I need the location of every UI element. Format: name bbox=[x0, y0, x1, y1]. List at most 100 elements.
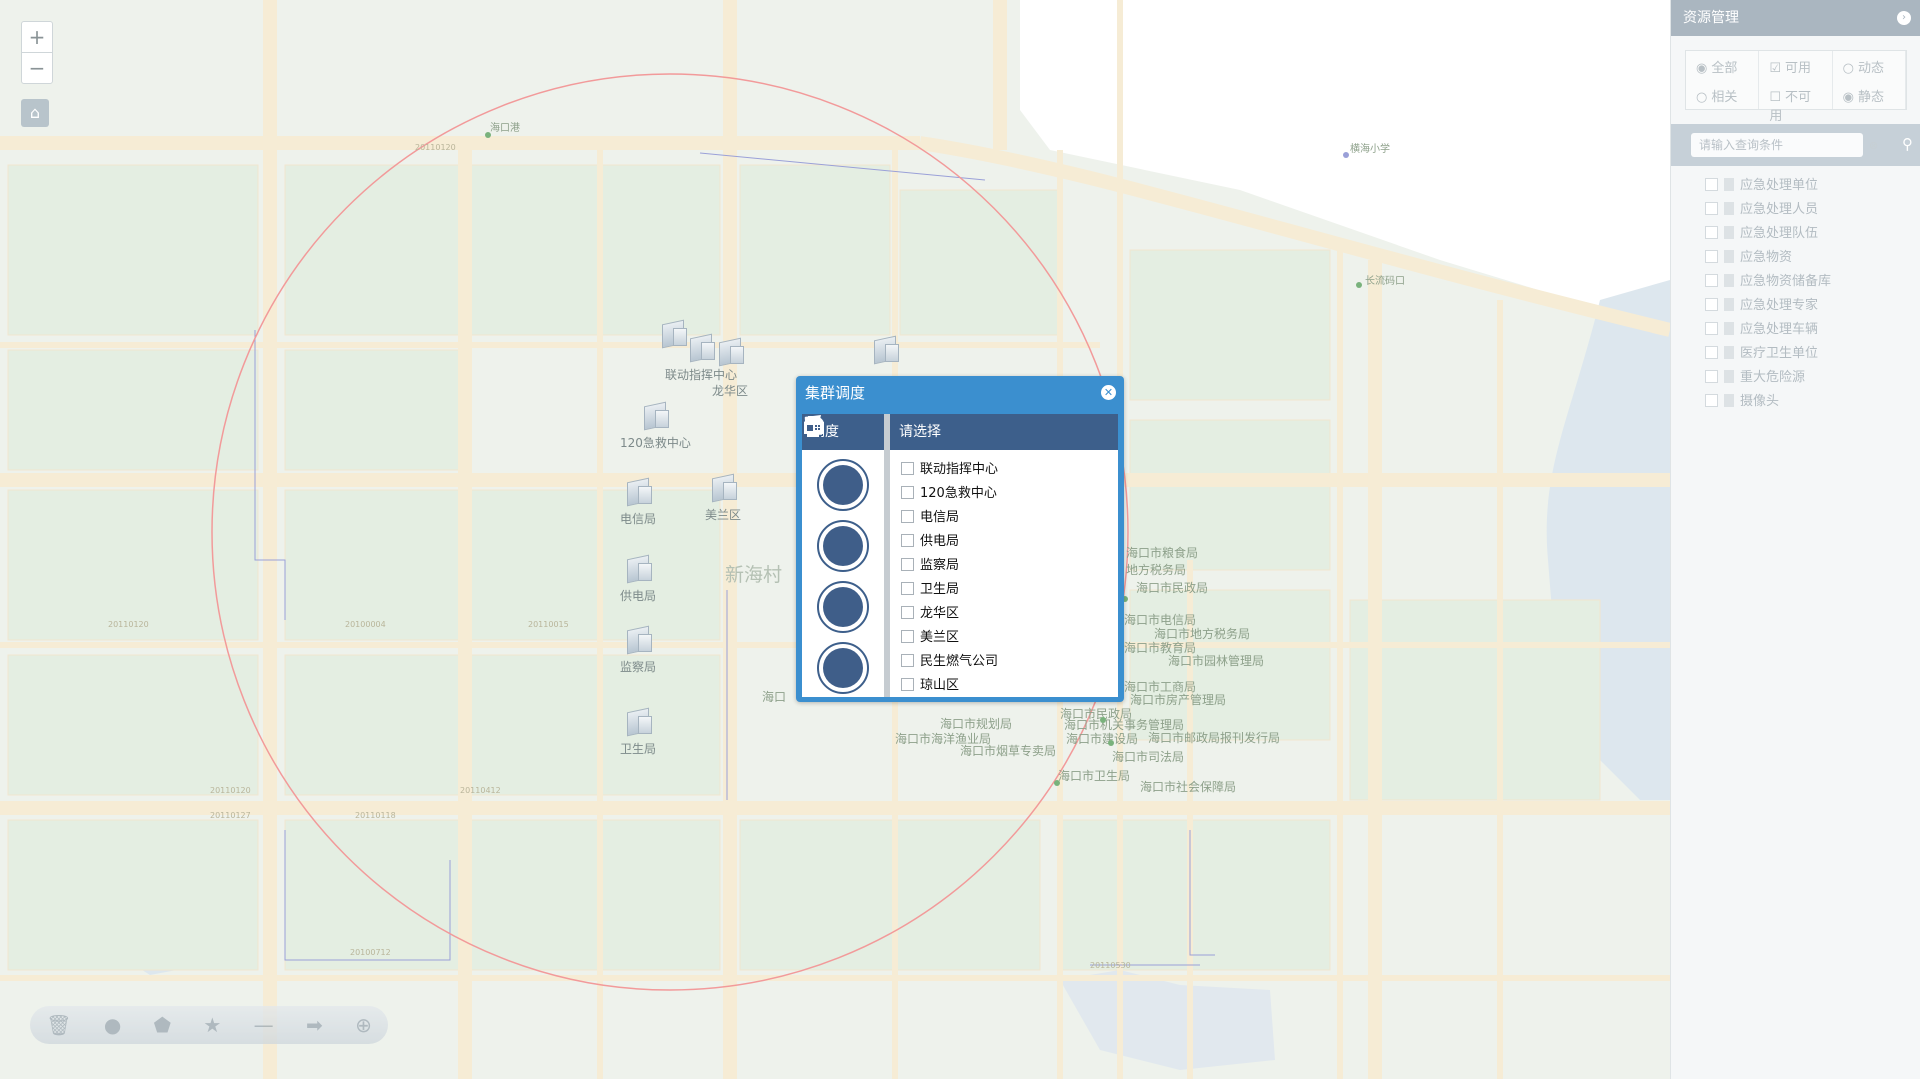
search-input[interactable]: 请输入查询条件 bbox=[1691, 133, 1863, 157]
filter-all[interactable]: ◉ 全部 bbox=[1686, 51, 1760, 80]
poi-dianxin[interactable]: 电信局 bbox=[620, 476, 656, 527]
tree-label: 应急处理专家 bbox=[1740, 298, 1819, 313]
tree-checkbox[interactable] bbox=[1705, 394, 1718, 407]
option-checkbox[interactable] bbox=[901, 534, 914, 547]
phone-button[interactable] bbox=[804, 416, 869, 511]
option-checkbox[interactable] bbox=[901, 510, 914, 523]
tree-checkbox[interactable] bbox=[1705, 202, 1718, 215]
option-checkbox[interactable] bbox=[901, 582, 914, 595]
gov-label: 海口市民政局 bbox=[1136, 581, 1209, 595]
arrow-icon[interactable]: ➡ bbox=[306, 1013, 323, 1037]
home-icon[interactable]: ⌂ bbox=[21, 99, 49, 127]
polygon-icon[interactable]: ⬟ bbox=[154, 1013, 171, 1037]
filter-label: 相关 bbox=[1711, 90, 1738, 105]
building-icon bbox=[715, 336, 745, 366]
option-checkbox[interactable] bbox=[901, 606, 914, 619]
clear-icon[interactable]: ⊗ bbox=[1869, 139, 1878, 152]
option-label: 120急救中心 bbox=[920, 486, 997, 501]
radio-icon: ○ bbox=[1842, 61, 1854, 76]
option-checkbox[interactable] bbox=[901, 678, 914, 691]
tree-checkbox[interactable] bbox=[1705, 250, 1718, 263]
tree-item[interactable]: 重大危险源 bbox=[1705, 366, 1920, 390]
map-marker[interactable] bbox=[1108, 740, 1114, 746]
poi-120[interactable]: 120急救中心 bbox=[620, 400, 691, 451]
collapse-icon[interactable]: › bbox=[1897, 11, 1911, 25]
tree-item[interactable]: 应急物资 bbox=[1705, 246, 1920, 270]
gov-label: 海口市园林管理局 bbox=[1168, 654, 1265, 668]
tree-item[interactable]: 摄像头 bbox=[1705, 390, 1920, 414]
option-item[interactable]: 龙华区 bbox=[901, 602, 1118, 626]
option-checkbox[interactable] bbox=[901, 558, 914, 571]
map-marker[interactable] bbox=[485, 132, 491, 138]
option-item[interactable]: 卫生局 bbox=[901, 578, 1118, 602]
trash-icon[interactable]: 🗑 bbox=[46, 1013, 71, 1037]
filter-unavailable[interactable]: ☐ 不可用 bbox=[1759, 80, 1833, 124]
fax-document-button[interactable] bbox=[805, 415, 869, 633]
option-item[interactable]: 120急救中心 bbox=[901, 482, 1118, 506]
gov-label: 海口市建设局 bbox=[1066, 732, 1139, 746]
option-checkbox[interactable] bbox=[901, 486, 914, 499]
document-icon bbox=[1724, 250, 1734, 263]
filter-available[interactable]: ☑ 可用 bbox=[1759, 51, 1833, 80]
tree-checkbox[interactable] bbox=[1705, 226, 1718, 239]
tree-label: 应急处理队伍 bbox=[1740, 226, 1819, 241]
option-checkbox[interactable] bbox=[901, 462, 914, 475]
map-canvas[interactable]: + − ⌂ 联动指挥中心 龙华区 120急救中心 电信局 美兰区 供电局 监察局… bbox=[0, 0, 1670, 1079]
option-item[interactable]: 电信局 bbox=[901, 506, 1118, 530]
option-item[interactable]: 供电局 bbox=[901, 530, 1118, 554]
zoom-in-button[interactable]: + bbox=[22, 22, 52, 52]
star-icon[interactable]: ★ bbox=[203, 1013, 221, 1037]
tree-item[interactable]: 应急处理人员 bbox=[1705, 198, 1920, 222]
option-item[interactable]: 联动指挥中心 bbox=[901, 458, 1118, 482]
road-code: 20110127 bbox=[210, 811, 251, 820]
filter-static[interactable]: ◉ 静态 bbox=[1833, 80, 1906, 109]
road-code: 20110120 bbox=[415, 143, 456, 152]
map-marker[interactable] bbox=[1356, 282, 1362, 288]
document-icon bbox=[1724, 394, 1734, 407]
close-icon[interactable]: ✕ bbox=[1101, 385, 1116, 400]
poi-building[interactable] bbox=[870, 334, 900, 368]
map-marker[interactable] bbox=[1054, 780, 1060, 786]
map-marker[interactable] bbox=[1100, 717, 1106, 723]
poi-weisheng[interactable]: 卫生局 bbox=[620, 706, 656, 757]
plus-circle-icon[interactable]: ⊕ bbox=[355, 1013, 372, 1037]
search-icon[interactable]: ⚲ bbox=[1902, 135, 1913, 153]
tree-label: 应急处理车辆 bbox=[1740, 322, 1819, 337]
poi-meilan[interactable]: 美兰区 bbox=[705, 472, 741, 523]
poi-gongdian[interactable]: 供电局 bbox=[620, 553, 656, 604]
tree-item[interactable]: 应急处理队伍 bbox=[1705, 222, 1920, 246]
tree-item[interactable]: 应急处理单位 bbox=[1705, 174, 1920, 198]
line-icon[interactable]: — bbox=[254, 1013, 274, 1037]
tree-checkbox[interactable] bbox=[1705, 274, 1718, 287]
sphere-icon[interactable]: ● bbox=[104, 1013, 121, 1037]
poi-longhua[interactable]: 龙华区 bbox=[712, 336, 748, 398]
filter-label: 静态 bbox=[1858, 90, 1885, 105]
tree-checkbox[interactable] bbox=[1705, 178, 1718, 191]
tree-item[interactable]: 应急物资储备库 bbox=[1705, 270, 1920, 294]
tree-checkbox[interactable] bbox=[1705, 370, 1718, 383]
option-item[interactable]: 琼山区 bbox=[901, 674, 1118, 698]
poi-label: 卫生局 bbox=[620, 742, 657, 756]
option-item[interactable]: 美兰区 bbox=[901, 626, 1118, 650]
tree-item[interactable]: 医疗卫生单位 bbox=[1705, 342, 1920, 366]
option-item[interactable]: 监察局 bbox=[901, 554, 1118, 578]
tree-checkbox[interactable] bbox=[1705, 298, 1718, 311]
filter-dynamic[interactable]: ○ 动态 bbox=[1833, 51, 1906, 80]
building-icon bbox=[623, 624, 653, 654]
tree-checkbox[interactable] bbox=[1705, 346, 1718, 359]
map-marker[interactable] bbox=[1343, 152, 1349, 158]
tree-checkbox[interactable] bbox=[1705, 322, 1718, 335]
dialog-title: 集群调度 bbox=[805, 384, 866, 402]
poi-label: 电信局 bbox=[620, 512, 657, 526]
option-item[interactable]: 民生燃气公司 bbox=[901, 650, 1118, 674]
poi-label: 龙华区 bbox=[712, 384, 749, 398]
tree-item[interactable]: 应急处理专家 bbox=[1705, 294, 1920, 318]
tree-item[interactable]: 应急处理车辆 bbox=[1705, 318, 1920, 342]
poi-jiancha[interactable]: 监察局 bbox=[620, 624, 656, 675]
filter-related[interactable]: ○ 相关 bbox=[1686, 80, 1760, 109]
message-button[interactable] bbox=[804, 416, 869, 572]
zoom-out-button[interactable]: − bbox=[22, 52, 52, 83]
option-checkbox[interactable] bbox=[901, 654, 914, 667]
option-checkbox[interactable] bbox=[901, 630, 914, 643]
fax-machine-button[interactable] bbox=[804, 416, 869, 694]
